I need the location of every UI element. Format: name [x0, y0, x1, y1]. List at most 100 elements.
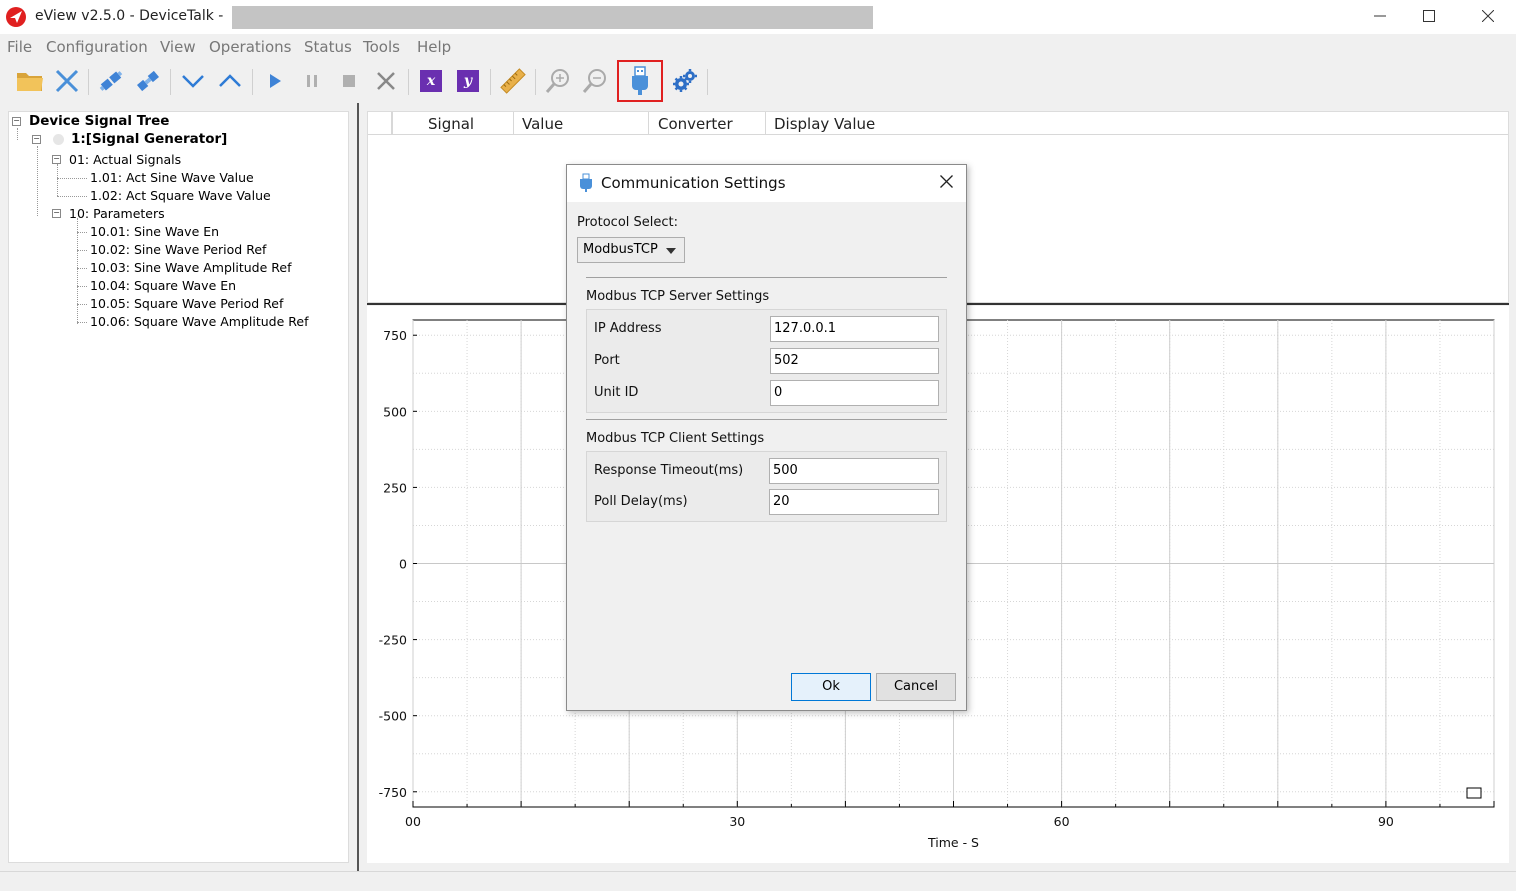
poll-delay-label: Poll Delay(ms) [594, 494, 688, 509]
menu-status[interactable]: Status [304, 38, 352, 56]
server-settings-group: IP Address 127.0.0.1 Port 502 Unit ID 0 [586, 309, 947, 413]
port-field[interactable]: 502 [770, 348, 939, 374]
column-converter[interactable]: Converter [649, 112, 766, 135]
tree-item-1-02[interactable]: 1.02: Act Square Wave Value [90, 188, 271, 203]
tree-collapse-root[interactable]: − [12, 117, 21, 126]
open-folder-icon[interactable] [15, 66, 45, 96]
y-tick-label: 250 [383, 480, 407, 495]
dialog-close-icon[interactable] [934, 171, 958, 195]
communication-settings-dialog: Communication Settings Protocol Select: … [566, 164, 967, 711]
pause-icon[interactable] [297, 66, 327, 96]
y-tick-label: 500 [383, 404, 407, 419]
disconnect-icon[interactable] [133, 66, 163, 96]
port-label: Port [594, 353, 620, 368]
device-status-dot [53, 134, 64, 145]
tree-collapse-parameters[interactable]: − [52, 209, 61, 218]
chevron-down-icon[interactable] [178, 66, 208, 96]
response-timeout-label: Response Timeout(ms) [594, 463, 744, 478]
y-tick-label: 750 [383, 328, 407, 343]
menu-view[interactable]: View [160, 38, 196, 56]
column-value[interactable]: Value [514, 112, 649, 135]
close-window-icon[interactable] [1465, 0, 1511, 34]
unit-id-field[interactable]: 0 [770, 380, 939, 406]
tree-root-label[interactable]: Device Signal Tree [29, 113, 169, 129]
column-display-value[interactable]: Display Value [766, 112, 1508, 135]
tree-group-actual-signals[interactable]: 01: Actual Signals [69, 152, 181, 167]
x-tick-label: 30 [729, 814, 745, 829]
menu-help[interactable]: Help [417, 38, 451, 56]
gears-icon[interactable] [670, 66, 700, 96]
dialog-title-bar: Communication Settings [567, 165, 966, 202]
divider-2 [586, 419, 947, 420]
signal-tree-panel: − Device Signal Tree − 1:[Signal Generat… [8, 111, 349, 863]
dialog-title: Communication Settings [601, 174, 786, 192]
table-header-corner [368, 112, 392, 135]
zoom-in-icon[interactable] [543, 66, 573, 96]
table-header: Signal Value Converter Display Value [368, 112, 1508, 135]
tree-item-1-01[interactable]: 1.01: Act Sine Wave Value [90, 170, 254, 185]
tree-collapse-device[interactable]: − [32, 135, 41, 144]
client-settings-heading: Modbus TCP Client Settings [586, 431, 765, 446]
tree-item-10-01[interactable]: 10.01: Sine Wave En [90, 224, 219, 239]
cancel-icon[interactable] [371, 66, 401, 96]
menu-operations[interactable]: Operations [209, 38, 291, 56]
client-settings-group: Response Timeout(ms) 500 Poll Delay(ms) … [586, 451, 947, 522]
title-redacted [232, 6, 873, 29]
status-bar [0, 871, 1516, 891]
menu-tools[interactable]: Tools [363, 38, 400, 56]
tree-group-parameters[interactable]: 10: Parameters [69, 206, 165, 221]
server-settings-heading: Modbus TCP Server Settings [586, 289, 770, 304]
tree-device[interactable]: 1:[Signal Generator] [71, 131, 227, 147]
divider-1 [586, 277, 947, 278]
window-title: eView v2.5.0 - DeviceTalk - [35, 8, 224, 24]
menu-file[interactable]: File [7, 38, 32, 56]
usb-plug-icon-small [579, 173, 593, 197]
play-icon[interactable] [260, 66, 290, 96]
protocol-select-value: ModbusTCP [583, 242, 658, 257]
maximize-icon[interactable] [1406, 0, 1452, 34]
stop-icon[interactable] [334, 66, 364, 96]
chevron-up-icon[interactable] [215, 66, 245, 96]
response-timeout-field[interactable]: 500 [769, 458, 939, 484]
menu-configuration[interactable]: Configuration [46, 38, 148, 56]
x-axis-label: Time - S [927, 835, 979, 850]
ok-button[interactable]: Ok [791, 673, 871, 701]
x-tick-label: 60 [1054, 814, 1070, 829]
vertical-splitter[interactable] [357, 103, 359, 871]
close-x-icon[interactable] [52, 66, 82, 96]
unit-id-label: Unit ID [594, 385, 639, 400]
y-tick-label: -750 [379, 785, 407, 800]
column-signal[interactable]: Signal [392, 112, 514, 135]
cancel-button[interactable]: Cancel [876, 673, 956, 701]
y-tick-label: 0 [399, 557, 407, 572]
x-tick-label: 90 [1378, 814, 1394, 829]
title-bar: eView v2.5.0 - DeviceTalk - [0, 0, 1516, 34]
ip-address-field[interactable]: 127.0.0.1 [770, 316, 939, 342]
app-logo-icon [6, 7, 26, 27]
x-tick-label: 00 [405, 814, 421, 829]
protocol-select-label: Protocol Select: [577, 215, 679, 230]
menu-bar: File Configuration View Operations Statu… [0, 36, 1516, 60]
x-axis-icon[interactable]: x [416, 66, 446, 96]
tree-item-10-02[interactable]: 10.02: Sine Wave Period Ref [90, 242, 266, 257]
zoom-out-icon[interactable] [580, 66, 610, 96]
tree-item-10-03[interactable]: 10.03: Sine Wave Amplitude Ref [90, 260, 292, 275]
ip-address-label: IP Address [594, 321, 662, 336]
toolbar: x y [0, 61, 1516, 103]
minimize-icon[interactable] [1357, 0, 1403, 34]
protocol-select[interactable]: ModbusTCP [577, 237, 685, 263]
poll-delay-field[interactable]: 20 [769, 489, 939, 515]
communication-settings-highlight [617, 60, 663, 102]
tree-item-10-06[interactable]: 10.06: Square Wave Amplitude Ref [90, 314, 308, 329]
legend-box [1466, 787, 1482, 799]
y-tick-label: -500 [379, 709, 407, 724]
tree-item-10-04[interactable]: 10.04: Square Wave En [90, 278, 236, 293]
y-axis-icon[interactable]: y [453, 66, 483, 96]
tree-item-10-05[interactable]: 10.05: Square Wave Period Ref [90, 296, 283, 311]
chevron-down-icon [666, 248, 676, 254]
x-axis-label: x [420, 70, 442, 92]
y-tick-label: -250 [379, 633, 407, 648]
ruler-icon[interactable] [498, 66, 528, 96]
tree-collapse-actual-signals[interactable]: − [52, 155, 61, 164]
connect-icon[interactable] [96, 66, 126, 96]
